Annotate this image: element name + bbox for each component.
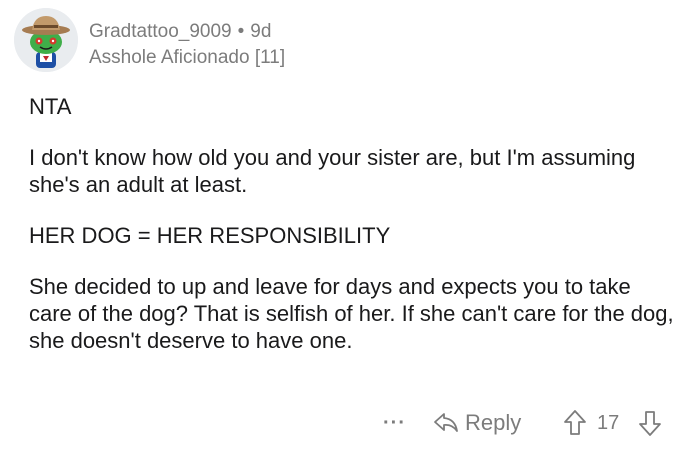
avatar[interactable]	[14, 8, 78, 72]
comment-paragraph: She decided to up and leave for days and…	[29, 274, 674, 353]
user-flair: Asshole Aficionado [11]	[89, 47, 286, 68]
upvote-button[interactable]	[562, 408, 588, 438]
upvote-arrow-icon	[564, 410, 586, 435]
separator-dot: •	[237, 21, 245, 42]
comment-age: 9d	[250, 21, 272, 42]
comment-actions: ··· Reply 17	[0, 404, 700, 444]
reply-button[interactable]: Reply	[433, 408, 521, 438]
more-options-button[interactable]: ···	[383, 412, 406, 435]
comment-paragraph: HER DOG = HER RESPONSIBILITY	[29, 223, 391, 248]
downvote-arrow-icon	[639, 411, 661, 436]
comment-paragraph: NTA	[29, 94, 72, 119]
comment-paragraph: I don't know how old you and your sister…	[29, 145, 636, 197]
username-link[interactable]: Gradtattoo_9009	[89, 21, 232, 42]
vote-score: 17	[597, 412, 620, 434]
comment: Gradtattoo_9009 • 9d Asshole Aficionado [1…	[0, 0, 700, 450]
reply-arrow-icon	[434, 413, 458, 432]
snoo-avatar-icon	[14, 8, 78, 72]
comment-header: Gradtattoo_9009 • 9d	[89, 21, 271, 43]
downvote-button[interactable]	[637, 408, 663, 438]
reply-label: Reply	[465, 410, 522, 435]
comment-body: NTA I don't know how old you and your si…	[29, 93, 679, 378]
